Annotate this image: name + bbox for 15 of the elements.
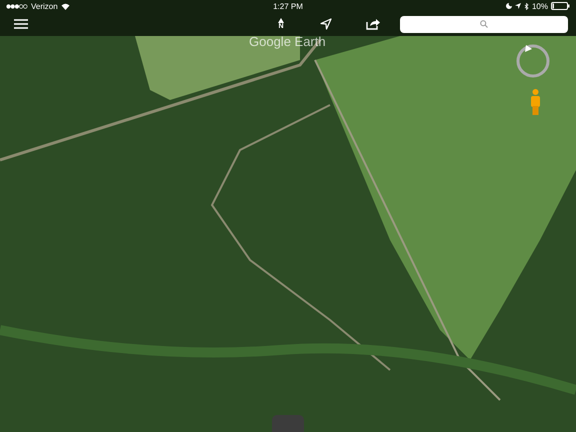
share-button[interactable] (366, 18, 380, 30)
battery-percent: 10% (532, 2, 548, 10)
battery-icon (550, 2, 570, 10)
menu-button[interactable] (14, 19, 28, 29)
navigation-arrow-button[interactable] (320, 18, 332, 30)
map-attribution: Google Earth (249, 34, 326, 49)
bluetooth-icon (524, 2, 529, 10)
carrier-name: Verizon (31, 2, 58, 10)
search-field[interactable] (400, 16, 568, 32)
moon-icon (506, 3, 512, 9)
location-arrow-icon (514, 3, 521, 9)
wifi-icon (60, 2, 70, 10)
status-time: 1:27 PM (273, 2, 303, 10)
signal-dots-icon (6, 4, 28, 8)
search-icon (480, 20, 488, 28)
